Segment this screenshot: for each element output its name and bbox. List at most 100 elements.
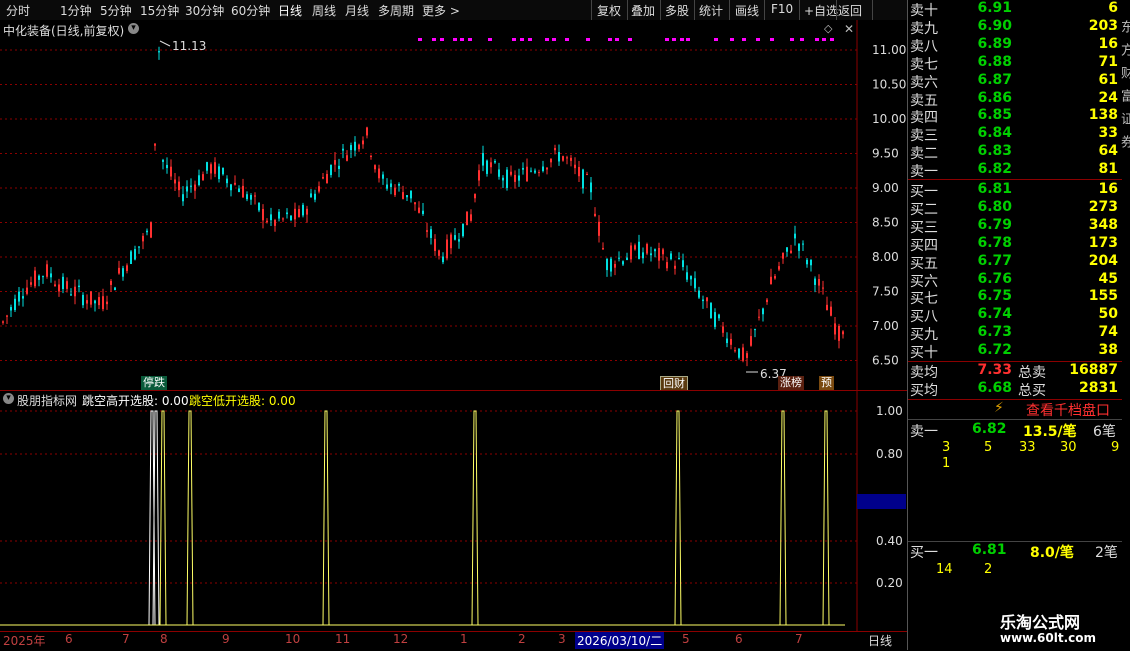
signal-dots <box>418 38 834 41</box>
close-icon[interactable]: ✕ <box>844 22 854 36</box>
signal-dot <box>440 38 444 41</box>
ask-row[interactable]: 卖九 6.90 203 <box>908 17 1122 37</box>
tab-daily[interactable]: 日线 <box>278 2 302 19</box>
chevron-down-icon[interactable]: ▾ <box>128 23 139 34</box>
tab-30min[interactable]: 30分钟 <box>185 2 224 19</box>
tag-forecast[interactable]: 预 <box>819 376 834 390</box>
candle-body <box>438 250 440 256</box>
candle-body <box>322 177 324 179</box>
tab-timeshare[interactable]: 分时 <box>6 2 30 19</box>
candle-body <box>58 284 60 292</box>
candle-body <box>730 338 732 345</box>
price-tick-label: 9.00 <box>872 181 899 195</box>
candle-body <box>502 177 504 181</box>
divider <box>908 419 1122 420</box>
f10-button[interactable]: F10 <box>771 2 793 16</box>
watermark-url: www.60lt.com <box>1000 631 1097 645</box>
tab-more[interactable]: 更多 > <box>422 2 460 19</box>
ask-row[interactable]: 卖八 6.89 16 <box>908 36 1122 55</box>
candle-body <box>806 259 808 265</box>
candle-body <box>642 252 644 259</box>
bid-row[interactable]: 买五 6.77 204 <box>908 252 1122 272</box>
ask-row[interactable]: 卖五 6.86 24 <box>908 90 1122 109</box>
candle-body <box>482 153 484 166</box>
signal-dot <box>418 38 422 41</box>
bid-row[interactable]: 买八 6.74 50 <box>908 306 1122 325</box>
indicator-gap-down: 跳空低开选股: 0.00 <box>189 394 296 408</box>
candle-body <box>198 175 200 186</box>
view-full-depth-button[interactable]: 查看千档盘口 <box>1026 400 1110 420</box>
level-price: 6.80 <box>977 198 1012 215</box>
candle-body <box>294 208 296 220</box>
candle-body <box>134 249 136 260</box>
candle-body <box>658 247 660 261</box>
candle-body <box>490 162 492 168</box>
ask1-queue-item: 30 <box>1060 440 1077 455</box>
bid-row[interactable]: 买七 6.75 155 <box>908 288 1122 307</box>
candle-body <box>42 276 44 278</box>
multi-stock-button[interactable]: 多股 <box>665 2 689 19</box>
tab-15min[interactable]: 15分钟 <box>140 2 179 19</box>
ask-row[interactable]: 卖四 6.85 138 <box>908 107 1122 126</box>
candle-body <box>478 170 480 181</box>
candle-body <box>238 188 240 192</box>
bid-row[interactable]: 买九 6.73 74 <box>908 324 1122 343</box>
ask-row[interactable]: 卖一 6.82 81 <box>908 161 1122 180</box>
statistics-button[interactable]: 统计 <box>699 2 723 19</box>
kline-chart-panel[interactable]: 11.00 10.50 10.00 9.50 9.00 8.50 8.00 7.50 7.00 6… <box>0 20 907 392</box>
price-tick-label: 10.50 <box>872 78 906 92</box>
candle-body <box>410 190 412 199</box>
indicator-spike <box>322 410 330 626</box>
signal-dot <box>460 38 464 41</box>
candle-body <box>118 267 120 274</box>
candle-body <box>466 211 468 226</box>
qianfu-row[interactable]: ⚡ 查看千档盘口 <box>908 400 1122 420</box>
tab-multiperiod[interactable]: 多周期 <box>378 2 414 19</box>
candle-body <box>70 294 72 296</box>
candle-body <box>450 234 452 249</box>
bid-row[interactable]: 买一 6.81 16 <box>908 181 1122 200</box>
ask-row[interactable]: 卖十 6.91 6 <box>908 0 1122 19</box>
tab-weekly[interactable]: 周线 <box>312 2 336 19</box>
ask-row[interactable]: 卖七 6.88 71 <box>908 53 1122 73</box>
bid-row[interactable]: 买二 6.80 273 <box>908 198 1122 218</box>
candle-body <box>790 250 792 253</box>
candle-body <box>670 253 672 260</box>
tab-1min[interactable]: 1分钟 <box>60 2 92 19</box>
candle-body <box>606 259 608 271</box>
add-watchlist-button[interactable]: 返回 <box>838 2 862 19</box>
bid-row[interactable]: 买十 6.72 38 <box>908 342 1122 361</box>
tab-60min[interactable]: 60分钟 <box>231 2 270 19</box>
diamond-icon[interactable]: ◇ <box>824 22 833 35</box>
ask-row[interactable]: 卖二 6.83 64 <box>908 143 1122 162</box>
signal-dot <box>552 38 556 41</box>
tab-monthly[interactable]: 月线 <box>345 2 369 19</box>
bid-row[interactable]: 买三 6.79 348 <box>908 217 1122 236</box>
candle-body <box>674 265 676 269</box>
draw-button[interactable]: 画线 <box>735 2 759 19</box>
bid-row[interactable]: 买六 6.76 45 <box>908 271 1122 290</box>
tag-limit-down[interactable]: 停跌 <box>141 376 167 390</box>
restore-button[interactable]: 复权 <box>597 2 621 19</box>
buy-avg-label: 买均 <box>910 383 938 399</box>
ask1-queue-item: 1 <box>942 456 951 471</box>
tag-dragon-list[interactable]: 涨榜 <box>778 376 804 390</box>
ask-row[interactable]: 卖六 6.87 61 <box>908 72 1122 91</box>
ask-row[interactable]: 卖三 6.84 33 <box>908 125 1122 144</box>
ask1-per: 13.5/笔 <box>1023 424 1077 440</box>
level-volume: 203 <box>1088 17 1118 34</box>
overlay-button[interactable]: 叠加 <box>631 2 655 19</box>
tab-5min[interactable]: 5分钟 <box>100 2 132 19</box>
level-price: 6.88 <box>977 53 1012 70</box>
candle-body <box>86 300 88 304</box>
indicator-panel[interactable]: 1.000.800.540.400.20 ▾ 股朋指标网 跳空高开选股: 0.0… <box>0 391 907 631</box>
mark-button[interactable]: +自选 <box>804 2 838 19</box>
bid-row[interactable]: 买四 6.78 173 <box>908 235 1122 254</box>
chevron-down-icon[interactable]: ▾ <box>3 393 14 404</box>
level-volume: 204 <box>1088 252 1118 269</box>
candle-body <box>570 157 572 161</box>
candle-body <box>710 303 712 319</box>
bid1-per: 8.0/笔 <box>1030 545 1074 561</box>
candle-body <box>374 165 376 170</box>
candle-body <box>522 167 524 170</box>
